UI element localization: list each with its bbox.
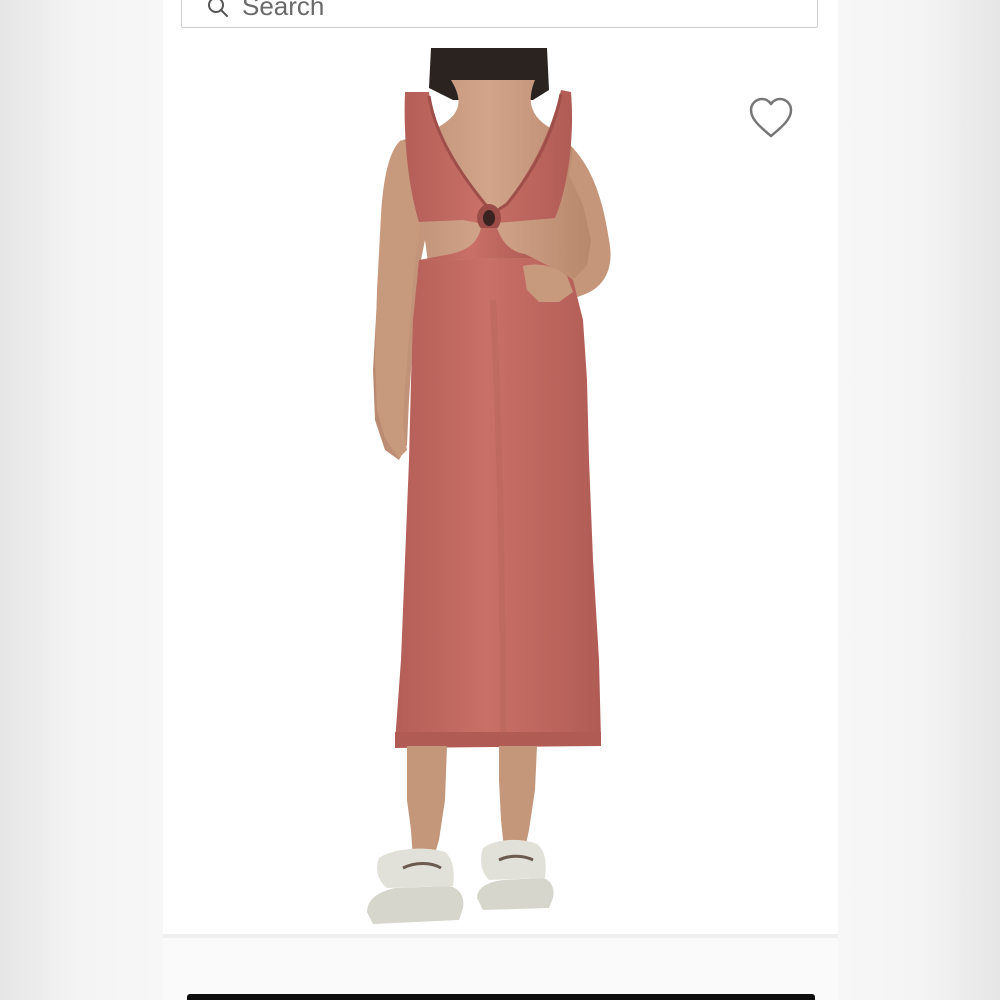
dress-photo bbox=[367, 48, 611, 924]
search-bar[interactable]: Search bbox=[181, 0, 818, 28]
action-button[interactable] bbox=[187, 994, 815, 1000]
search-icon bbox=[208, 0, 228, 17]
app-screen: Search bbox=[163, 0, 838, 1000]
search-placeholder: Search bbox=[242, 0, 325, 21]
heart-outline-icon[interactable] bbox=[747, 96, 795, 140]
bottom-panel bbox=[163, 938, 838, 1000]
product-image[interactable] bbox=[163, 40, 838, 935]
